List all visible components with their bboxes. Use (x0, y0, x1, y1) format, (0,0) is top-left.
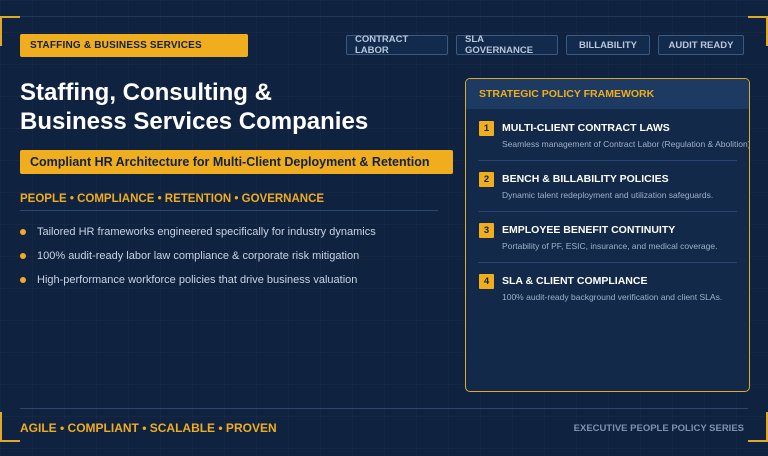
page-title: Staffing, Consulting & Business Services… (20, 78, 440, 136)
footer-divider (20, 408, 748, 409)
corner-accent-top-right (746, 16, 768, 46)
policy-title: BENCH & BILLABILITY POLICIES (502, 173, 669, 185)
subtitle-banner: Compliant HR Architecture for Multi-Clie… (20, 150, 453, 174)
list-item: High-performance workforce policies that… (20, 268, 376, 292)
tag-billability: BILLABILITY (566, 35, 650, 55)
tag-sla-governance: SLA GOVERNANCE (456, 34, 558, 56)
corner-accent-bottom-left-h (0, 440, 20, 442)
corner-accent-top-left-h (0, 16, 20, 18)
top-divider (20, 16, 748, 17)
policy-description: Portability of PF, ESIC, insurance, and … (502, 241, 718, 251)
policy-number-badge: 1 (479, 121, 494, 136)
policy-item: 1 MULTI-CLIENT CONTRACT LAWS Seamless ma… (466, 109, 749, 160)
page-title-line-1: Staffing, Consulting & (20, 79, 272, 106)
tag-audit-ready: AUDIT READY (658, 35, 744, 55)
policy-item: 2 BENCH & BILLABILITY POLICIES Dynamic t… (466, 160, 749, 211)
pillars-heading: PEOPLE • COMPLIANCE • RETENTION • GOVERN… (20, 193, 325, 205)
policy-title: MULTI-CLIENT CONTRACT LAWS (502, 122, 670, 134)
list-item: 100% audit-ready labor law compliance & … (20, 244, 376, 268)
policy-number-badge: 3 (479, 223, 494, 238)
category-badge: STAFFING & BUSINESS SERVICES (20, 34, 248, 57)
page-title-line-2: Business Services Companies (20, 108, 369, 135)
policy-title: EMPLOYEE BENEFIT CONTINUITY (502, 224, 676, 236)
panel-heading: STRATEGIC POLICY FRAMEWORK (466, 79, 749, 109)
corner-accent-bottom-right-h (748, 440, 768, 442)
policy-title: SLA & CLIENT COMPLIANCE (502, 275, 648, 287)
tag-contract-labor: CONTRACT LABOR (346, 34, 448, 56)
policy-number-badge: 4 (479, 274, 494, 289)
policy-description: Dynamic talent redeployment and utilizat… (502, 190, 714, 200)
policy-item: 3 EMPLOYEE BENEFIT CONTINUITY Portabilit… (466, 211, 749, 262)
corner-accent-top-right-h (748, 16, 768, 18)
policy-number-badge: 2 (479, 172, 494, 187)
policy-description: 100% audit-ready background verification… (502, 292, 723, 302)
pillars-divider (20, 210, 438, 211)
list-item-text: 100% audit-ready labor law compliance & … (37, 250, 360, 262)
benefit-list: Tailored HR frameworks engineered specif… (20, 220, 376, 292)
bullet-dot-icon (20, 253, 26, 259)
footer-series-label: EXECUTIVE PEOPLE POLICY SERIES (573, 423, 744, 434)
footer-tagline: AGILE • COMPLIANT • SCALABLE • PROVEN (20, 421, 277, 435)
corner-accent-top-left (0, 16, 22, 46)
list-item-text: Tailored HR frameworks engineered specif… (37, 226, 376, 238)
tag-list: CONTRACT LABOR SLA GOVERNANCE BILLABILIT… (346, 34, 744, 56)
policy-framework-panel: STRATEGIC POLICY FRAMEWORK 1 MULTI-CLIEN… (465, 78, 750, 392)
policy-description: Seamless management of Contract Labor (R… (502, 139, 750, 149)
corner-accent-bottom-right (746, 412, 768, 442)
bullet-dot-icon (20, 229, 26, 235)
bullet-dot-icon (20, 277, 26, 283)
list-item-text: High-performance workforce policies that… (37, 274, 358, 286)
corner-accent-bottom-left (0, 412, 22, 442)
policy-item: 4 SLA & CLIENT COMPLIANCE 100% audit-rea… (466, 262, 749, 313)
list-item: Tailored HR frameworks engineered specif… (20, 220, 376, 244)
